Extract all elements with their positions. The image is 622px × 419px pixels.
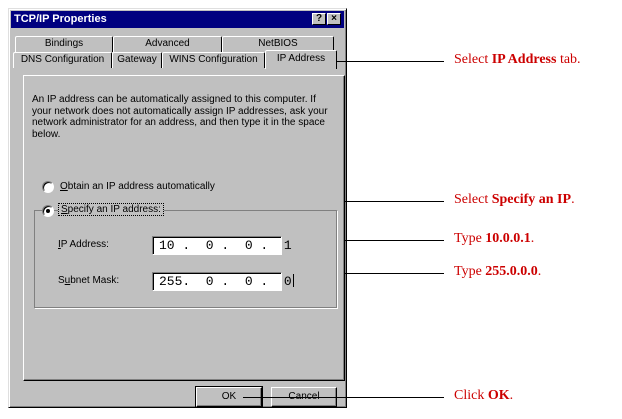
callout-bold: OK [487,388,510,403]
radio-specify-ip-label[interactable]: Specify an IP address: [58,203,164,216]
subnet-mask-label: Subnet Mask: [58,275,119,286]
subnet-mask-input[interactable]: 255. 0 . 0 . 0 [152,272,294,291]
intro-text: An IP address can be automatically assig… [32,94,328,140]
callout-type-subnet: Type 255.0.0.0. [454,264,541,280]
callout-type-ip: Type 10.0.0.1. [454,231,534,247]
tab-ip-address[interactable]: IP Address [265,50,337,69]
callout-text: . [571,192,575,207]
window-title: TCP/IP Properties [14,13,107,25]
ip-address-value: 10 . 0 . 0 . 1 [159,238,292,253]
radio-obtain-automatically[interactable] [42,181,54,193]
tcpip-properties-dialog: TCP/IP Properties ? × Bindings Advanced … [8,8,347,408]
radio-specify-ip[interactable] [42,205,54,217]
callout-text: Type [454,231,486,246]
label-text: bnet Mask: [70,275,120,286]
tab-advanced[interactable]: Advanced [113,36,222,52]
tab-dns-configuration[interactable]: DNS Configuration [13,52,112,68]
label-text: pecify an IP address: [67,204,161,215]
callout-text: Select [454,192,492,207]
ip-address-input[interactable]: 10 . 0 . 0 . 1 [152,236,292,255]
subnet-mask-value: 255. 0 . 0 . 0 [159,274,292,289]
callout-bold: 255.0.0.0 [485,264,538,279]
callout-bold: 10.0.0.1 [485,231,531,246]
accel-s: S [61,204,68,215]
callout-text: Type [454,264,486,279]
leader-line-ok-button [243,397,444,398]
tab-bindings[interactable]: Bindings [15,36,113,52]
close-button[interactable]: × [327,13,341,25]
callout-bold: IP Address [491,52,557,67]
radio-obtain-automatically-label[interactable]: Obtain an IP address automatically [60,181,215,192]
help-button[interactable]: ? [312,13,326,25]
label-text: btain an IP address automatically [67,181,215,192]
callout-select-ip-tab: Select IP Address tab. [454,52,581,68]
callout-text: Click [454,388,488,403]
radio-selected-dot [46,209,50,213]
callout-text: . [530,231,535,246]
title-bar[interactable]: TCP/IP Properties ? × [11,11,344,28]
callout-select-specify-ip: Select Specify an IP. [454,192,575,208]
callout-bold: Specify an IP [491,192,572,207]
label-text: P Address: [60,239,109,250]
ip-address-label: IP Address: [58,239,109,250]
text-caret [292,274,294,287]
callout-text: . [509,388,514,403]
label-pre: S [58,275,65,286]
callout-click-ok: Click OK. [454,388,513,404]
accel-o: O [60,181,68,192]
tab-gateway[interactable]: Gateway [112,52,162,68]
ip-address-panel: An IP address can be automatically assig… [23,75,345,381]
leader-line-ip-tab [334,61,444,62]
tab-wins-configuration[interactable]: WINS Configuration [162,52,265,68]
callout-text: tab. [556,52,581,67]
specify-ip-groupbox [34,210,337,308]
callout-text: Select [454,52,492,67]
callout-text: . [537,264,542,279]
